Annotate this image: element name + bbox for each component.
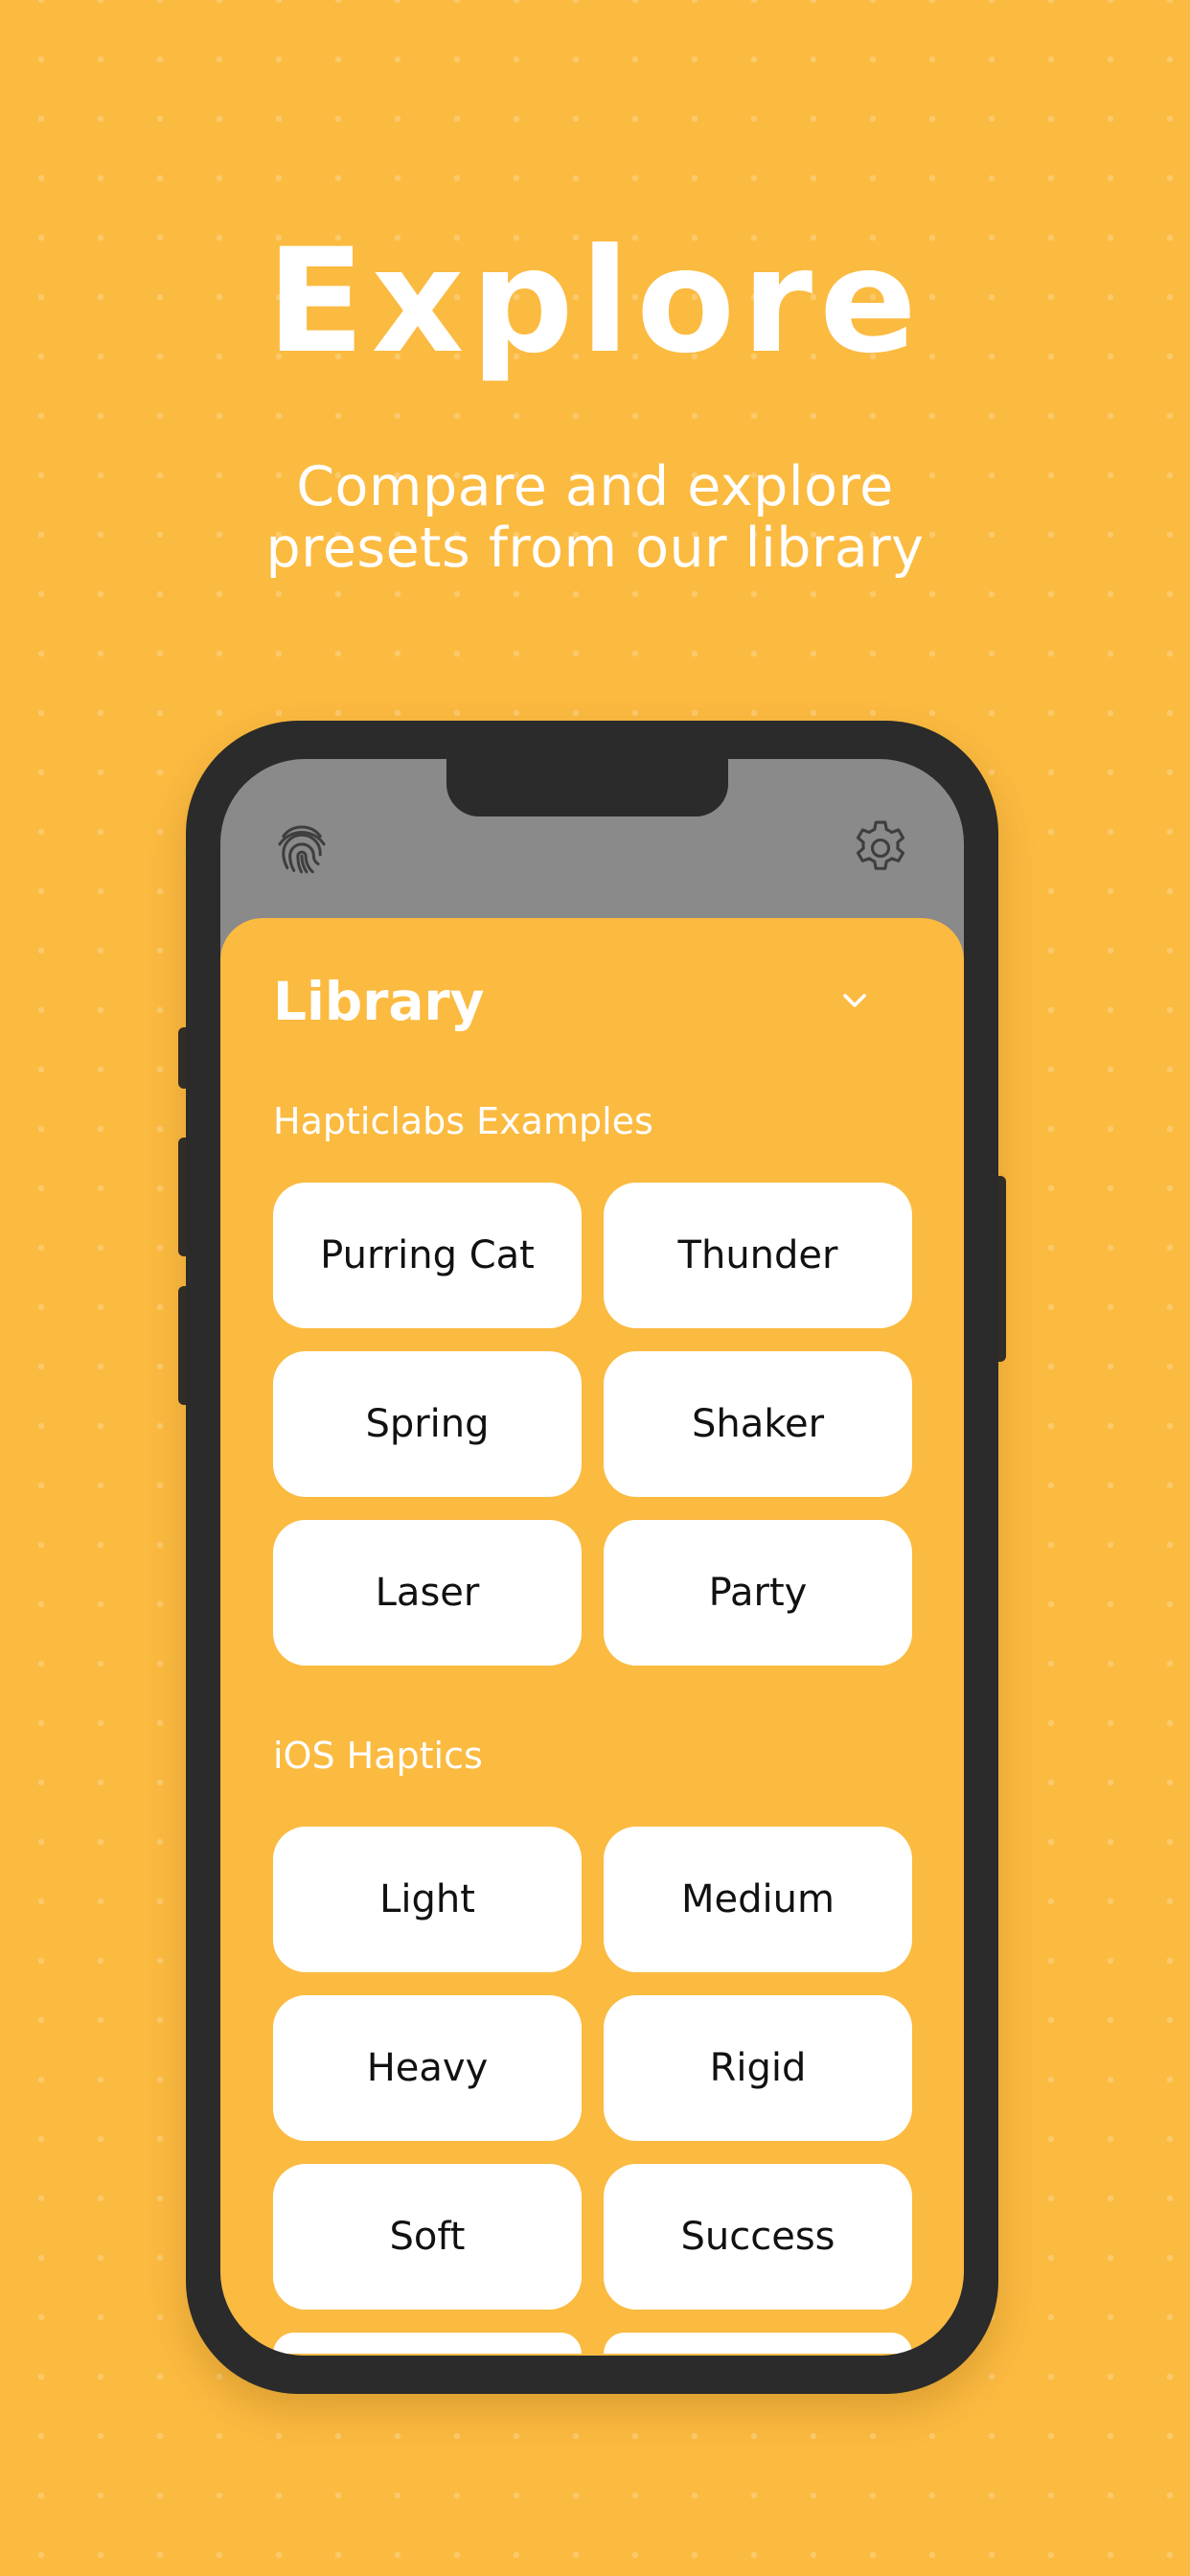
fingerprint-icon[interactable] <box>268 815 335 882</box>
preset-button-purring-cat[interactable]: Purring Cat <box>273 1183 582 1328</box>
preset-button-partial[interactable] <box>604 2333 912 2354</box>
hero-subtitle: Compare and explore presets from our lib… <box>0 456 1190 579</box>
section-label-hapticlabs-examples: Hapticlabs Examples <box>273 1100 653 1142</box>
phone-notch <box>446 759 728 816</box>
preset-button-heavy[interactable]: Heavy <box>273 1995 582 2141</box>
preset-button-success[interactable]: Success <box>604 2164 912 2310</box>
preset-grid-hapticlabs: Purring Cat Thunder Spring Shaker Laser … <box>273 1183 912 1666</box>
hero-subtitle-line-2: presets from our library <box>265 517 925 580</box>
library-sheet: Library Hapticlabs Examples Purring Cat … <box>220 918 964 2356</box>
library-title: Library <box>273 971 485 1032</box>
preset-button-soft[interactable]: Soft <box>273 2164 582 2310</box>
preset-button-medium[interactable]: Medium <box>604 1827 912 1972</box>
preset-button-party[interactable]: Party <box>604 1520 912 1666</box>
chevron-down-icon[interactable] <box>830 976 880 1025</box>
preset-grid-ios: Light Medium Heavy Rigid Soft Success <box>273 1827 912 2354</box>
preset-button-partial[interactable] <box>273 2333 582 2354</box>
section-label-ios-haptics: iOS Haptics <box>273 1735 483 1777</box>
hero-title: Explore <box>266 218 924 385</box>
preset-button-laser[interactable]: Laser <box>273 1520 582 1666</box>
gear-icon[interactable] <box>847 815 914 882</box>
phone-screen: Library Hapticlabs Examples Purring Cat … <box>220 759 964 2356</box>
phone-frame: Library Hapticlabs Examples Purring Cat … <box>186 721 998 2394</box>
preset-button-rigid[interactable]: Rigid <box>604 1995 912 2141</box>
preset-button-thunder[interactable]: Thunder <box>604 1183 912 1328</box>
preset-button-shaker[interactable]: Shaker <box>604 1351 912 1497</box>
preset-button-spring[interactable]: Spring <box>273 1351 582 1497</box>
hero-subtitle-line-1: Compare and explore <box>296 455 894 518</box>
preset-button-light[interactable]: Light <box>273 1827 582 1972</box>
